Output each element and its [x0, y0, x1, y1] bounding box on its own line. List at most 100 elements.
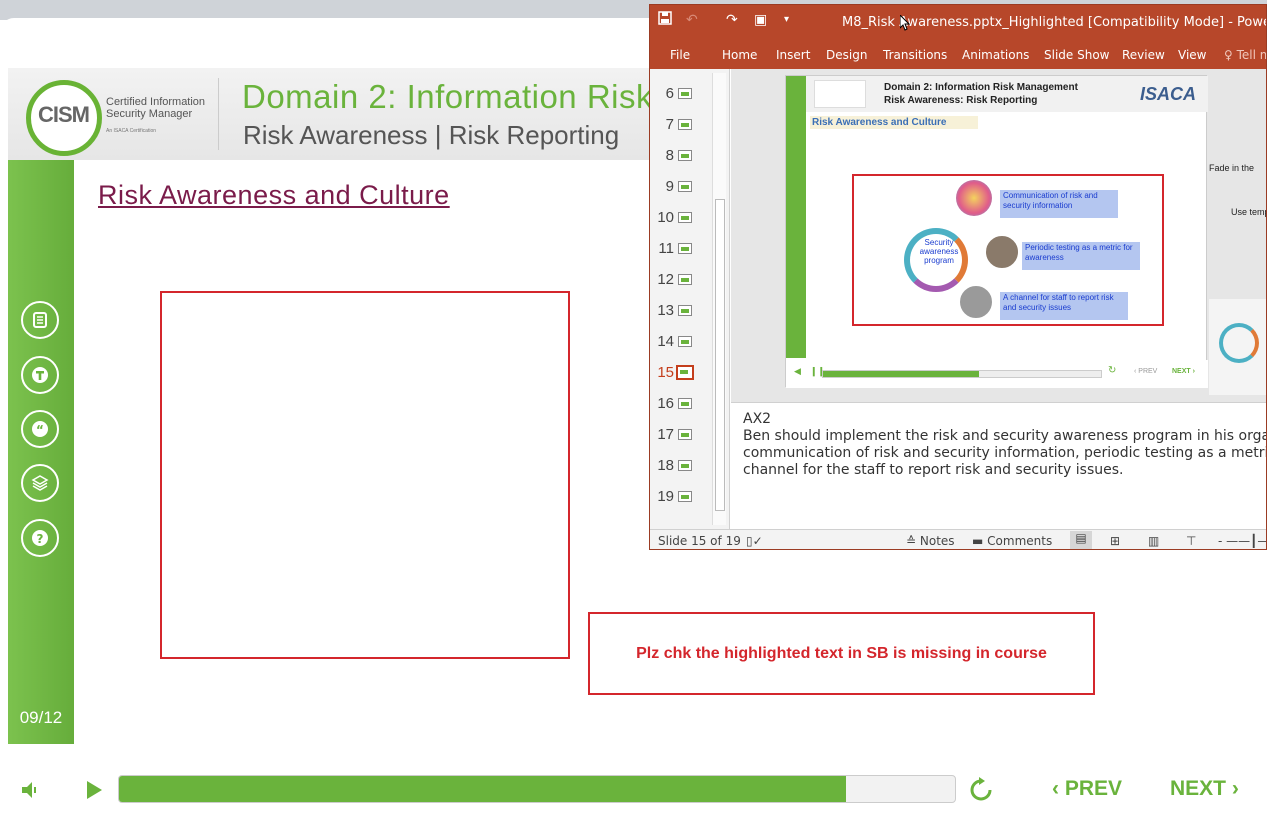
notes-toggle-button[interactable]: ≙ Notes	[906, 534, 955, 548]
slide-counter: Slide 15 of 19	[658, 534, 741, 548]
slide-prev-text: PREV	[1138, 368, 1158, 375]
replay-icon[interactable]	[968, 777, 994, 803]
tell-me-label: Tell m	[1236, 48, 1266, 62]
notes-heading: AX2	[743, 411, 772, 427]
thumbnail-slide[interactable]: 13	[650, 296, 712, 326]
cism-logo: CISM Certified Information Security Mana…	[26, 76, 216, 156]
transcript-icon[interactable]	[21, 356, 59, 394]
thumbnail-image	[678, 212, 692, 223]
thumbnail-slide[interactable]: 6	[650, 79, 712, 109]
ribbon-tabs: File Home Insert Design Transitions Anim…	[650, 39, 1266, 69]
tab-review[interactable]: Review	[1122, 48, 1165, 62]
offslide-thumbnail	[1209, 299, 1266, 395]
slide-volume-icon: ◀	[794, 366, 801, 376]
thumbnail-slide[interactable]: 11	[650, 234, 712, 264]
slide-replay-icon: ↻	[1108, 365, 1117, 376]
help-icon[interactable]: ?	[21, 519, 59, 557]
thumbnail-number: 19	[657, 488, 674, 505]
notes-pane[interactable]: AX2 Ben should implement the risk and se…	[731, 402, 1267, 529]
slide-sidebar	[786, 76, 806, 358]
undo-icon[interactable]: ↶	[686, 11, 698, 28]
thumbnail-image	[678, 336, 692, 347]
current-slide[interactable]: Domain 2: Information Risk Management Ri…	[785, 75, 1208, 388]
notes-line-1: Ben should implement the risk and securi…	[743, 428, 1267, 444]
thumbnail-image	[678, 460, 692, 471]
quote-icon[interactable]: “	[21, 410, 59, 448]
thumbnail-image	[678, 150, 692, 161]
slide-section-title: Risk Awareness and Culture	[810, 116, 978, 129]
thumbnail-image	[678, 305, 692, 316]
slide-cism-logo	[814, 80, 866, 108]
thumbnail-slide[interactable]: 14	[650, 327, 712, 357]
progress-fill	[119, 776, 847, 802]
thumbnail-slide[interactable]: 7	[650, 110, 712, 140]
scrollbar-thumb[interactable]	[715, 199, 725, 511]
tab-design[interactable]: Design	[826, 48, 867, 62]
course-frame-top	[0, 18, 660, 70]
lightbulb-icon: ♀	[1224, 48, 1237, 62]
redo-icon[interactable]: ↷	[726, 11, 738, 28]
tab-home[interactable]: Home	[722, 48, 757, 62]
center-label: Security awareness program	[919, 238, 959, 265]
thumbnail-slide[interactable]: 17	[650, 420, 712, 450]
puzzle-icon	[956, 180, 992, 216]
thumbnail-scrollbar[interactable]	[712, 73, 726, 525]
play-icon[interactable]	[84, 779, 104, 801]
item-periodic-testing: Periodic testing as a metric for awarene…	[1022, 242, 1140, 270]
reading-view-icon[interactable]: ▥	[1148, 534, 1159, 548]
thumbnail-number: 11	[658, 240, 674, 257]
present-icon[interactable]: ▣	[754, 11, 767, 28]
testing-photo	[984, 234, 1020, 270]
thumbnail-slide[interactable]: 18	[650, 451, 712, 481]
thumbnail-number: 13	[657, 302, 674, 319]
thumbnail-number: 8	[665, 147, 674, 164]
thumbnail-slide[interactable]: 16	[650, 389, 712, 419]
tab-slide-show[interactable]: Slide Show	[1044, 48, 1109, 62]
thumbnail-image	[678, 398, 692, 409]
comments-button[interactable]: ▬ Comments	[972, 534, 1052, 548]
thumbnail-slide[interactable]: 19	[650, 482, 712, 512]
thumbnail-slide[interactable]: 10	[650, 203, 712, 233]
mouse-cursor-icon	[900, 15, 910, 31]
zoom-slider[interactable]: - ——┃—	[1218, 534, 1266, 548]
slide-progress-fill	[823, 371, 979, 377]
prev-button[interactable]: ‹ PREV	[1052, 777, 1122, 801]
slide-highlight-box: Security awareness program Communication…	[852, 174, 1164, 326]
progress-bar[interactable]	[118, 775, 956, 803]
save-icon[interactable]	[658, 11, 672, 28]
review-note-text: Plz chk the highlighted text in SB is mi…	[636, 644, 1047, 662]
course-sidebar: “ ? 09/12	[8, 160, 74, 744]
tab-file[interactable]: File	[670, 48, 690, 62]
thumbnail-number: 6	[665, 85, 674, 102]
layers-icon[interactable]	[21, 464, 59, 502]
next-label: NEXT	[1170, 777, 1227, 800]
thumbnail-slide[interactable]: 12	[650, 265, 712, 295]
thumbnail-slide-active[interactable]: 15	[650, 358, 712, 388]
tab-tell-me[interactable]: ♀ Tell m	[1224, 48, 1266, 62]
chevron-left-icon: ‹	[1052, 777, 1065, 800]
notes-line-3: channel for the staff to report risk and…	[743, 462, 1124, 478]
thumbnail-number: 7	[665, 116, 674, 133]
slide-progress-bar	[822, 370, 1102, 378]
slide-sorter-icon[interactable]: ⊞	[1110, 534, 1120, 548]
tab-insert[interactable]: Insert	[776, 48, 810, 62]
tab-transitions[interactable]: Transitions	[883, 48, 947, 62]
notes-toggle-icon: ≙	[906, 534, 920, 548]
powerpoint-window: ↶ ↷ ▣ ▾ M8_Risk Awareness.pptx_Highlight…	[649, 4, 1267, 550]
offslide-note-2: Use temp	[1231, 207, 1267, 217]
normal-view-icon[interactable]: ▤	[1070, 531, 1092, 549]
customize-qat-icon[interactable]: ▾	[784, 14, 789, 25]
thumbnail-slide[interactable]: 9	[650, 172, 712, 202]
tab-view[interactable]: View	[1178, 48, 1206, 62]
spellcheck-icon[interactable]: ▯✓	[746, 534, 763, 548]
item-report-channel: A channel for staff to report risk and s…	[1000, 292, 1128, 320]
volume-icon[interactable]	[20, 779, 42, 801]
thumbnail-slide[interactable]: 8	[650, 141, 712, 171]
slideshow-view-icon[interactable]: ⊤	[1186, 534, 1196, 548]
svg-text:?: ?	[37, 532, 44, 546]
notes-icon[interactable]	[21, 301, 59, 339]
course-player: ‹ PREV NEXT ›	[0, 765, 1267, 815]
next-button[interactable]: NEXT ›	[1170, 777, 1239, 801]
comments-label: Comments	[987, 534, 1053, 548]
tab-animations[interactable]: Animations	[962, 48, 1029, 62]
